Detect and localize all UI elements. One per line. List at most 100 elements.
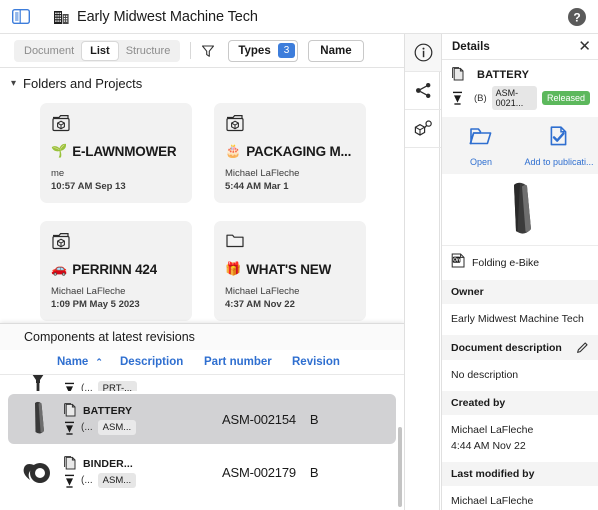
details-section-heading-description: Document description — [442, 335, 598, 361]
details-section-heading-owner: Owner — [442, 280, 598, 304]
details-document-row[interactable]: On Folding e-Bike — [442, 246, 598, 280]
components-table-header: Name ⌃ Description Part number Revision — [0, 350, 404, 375]
column-header-name-label: Name — [57, 356, 89, 368]
column-header-description[interactable]: Description — [120, 356, 204, 368]
details-panel: Details ✕ BATTERY (B) ASM-0021... Releas… — [441, 34, 598, 510]
row-paren: (... — [81, 383, 93, 391]
filter-funnel-icon[interactable] — [200, 43, 216, 59]
project-card[interactable]: 🎂 PACKAGING M... Michael LaFleche 5:44 A… — [214, 103, 366, 203]
components-panel: Components at latest revisions Name ⌃ De… — [0, 323, 404, 510]
row-part-chip: ASM... — [97, 420, 137, 435]
details-title: Details — [452, 40, 490, 53]
details-document-name: Folding e-Bike — [472, 257, 540, 269]
name-filter-label: Name — [320, 44, 352, 57]
toolbar-divider — [190, 42, 192, 59]
last-modified-heading-label: Last modified by — [451, 467, 535, 480]
owner-heading-label: Owner — [451, 286, 484, 298]
help-circle-icon[interactable]: ? — [567, 7, 587, 27]
row-name: BINDER... — [83, 457, 133, 470]
sidebar-toggle-icon[interactable] — [10, 7, 32, 27]
table-row[interactable]: BINDER... (... ASM... ASM-002179 B — [8, 447, 396, 497]
types-filter-button[interactable]: Types 3 — [228, 39, 299, 62]
table-row[interactable]: (... PRT-... — [8, 375, 396, 391]
row-part-chip: PRT-... — [97, 381, 138, 391]
row-name-line: BATTERY — [63, 402, 176, 419]
folder-project-3d-icon — [51, 113, 73, 133]
segment-structure[interactable]: Structure — [118, 42, 179, 60]
row-revision: B — [309, 464, 319, 480]
card-title-row: 🎁 WHAT'S NEW — [225, 261, 355, 277]
types-filter-label: Types — [238, 44, 271, 57]
info-circle-icon[interactable] — [405, 34, 441, 72]
details-actions: Open Add to publicati... — [442, 117, 598, 174]
share-icon[interactable] — [405, 72, 441, 110]
table-row[interactable]: BATTERY (... ASM... ASM-002154 B — [8, 394, 396, 444]
row-name-cell: (... PRT-... — [60, 375, 176, 391]
revision-icon — [63, 474, 76, 488]
view-mode-segmented-control[interactable]: Document List Structure — [14, 39, 181, 62]
project-card[interactable]: 🌱 E-LAWNMOWER me 10:57 AM Sep 13 — [40, 103, 192, 203]
card-owner: Michael LaFleche — [51, 286, 126, 297]
project-cards-grid: 🌱 E-LAWNMOWER me 10:57 AM Sep 13 🎂 PACKA… — [0, 98, 404, 321]
card-name: PERRINN 424 — [72, 261, 158, 277]
pencil-icon[interactable] — [576, 341, 589, 354]
row-revision-line: (... ASM... — [63, 419, 176, 436]
card-owner: Michael LaFleche — [225, 168, 300, 179]
details-section-heading-modified: Last modified by — [442, 461, 598, 486]
card-name: E-LAWNMOWER — [72, 143, 177, 159]
segment-list[interactable]: List — [82, 41, 118, 60]
document-icon — [63, 375, 78, 379]
types-filter-count: 3 — [277, 43, 296, 58]
folder-plain-icon — [225, 231, 247, 251]
open-button[interactable]: Open — [442, 125, 520, 167]
revision-icon — [451, 91, 464, 105]
svg-text:?: ? — [573, 11, 580, 25]
created-by-heading-label: Created by — [451, 397, 506, 410]
details-part-chip: ASM-0021... — [491, 86, 537, 110]
row-part-chip: ASM... — [97, 473, 137, 488]
row-part-number: ASM-002154 — [222, 411, 296, 427]
close-icon[interactable]: ✕ — [578, 39, 591, 54]
folder-project-3d-icon — [51, 231, 73, 251]
sort-ascending-icon[interactable]: ⌃ — [95, 357, 103, 368]
company-name: Early Midwest Machine Tech — [77, 8, 258, 25]
folders-and-projects-section[interactable]: ▾ Folders and Projects — [0, 68, 404, 98]
segment-document[interactable]: Document — [16, 42, 82, 60]
onshape-documents-page: Early Midwest Machine Tech ? Document Li… — [0, 0, 598, 510]
row-name-cell: BINDER... (... ASM... — [60, 455, 176, 489]
card-name: WHAT'S NEW — [246, 261, 332, 277]
onshape-document-icon: On — [451, 253, 466, 273]
row-paren: (... — [81, 475, 93, 486]
add-to-publication-label: Add to publicati... — [524, 157, 594, 167]
where-used-cube-icon[interactable] — [405, 110, 441, 148]
description-heading-label: Document description — [451, 341, 562, 354]
card-emoji: 🎂 — [225, 143, 242, 158]
components-scrollbar[interactable] — [398, 427, 402, 507]
details-created-value: Michael LaFleche 4:44 AM Nov 22 — [451, 424, 534, 452]
column-header-part-number[interactable]: Part number — [204, 356, 292, 368]
chevron-down-icon[interactable]: ▾ — [11, 78, 16, 89]
funnel-part-thumb — [16, 375, 60, 391]
document-icon — [63, 456, 78, 471]
document-icon — [451, 67, 466, 82]
card-emoji: 🚗 — [51, 261, 68, 276]
card-date: 1:09 PM May 5 2023 — [51, 299, 140, 310]
card-title-row: 🎂 PACKAGING M... — [225, 143, 355, 159]
add-to-publication-button[interactable]: Add to publicati... — [520, 125, 598, 167]
column-header-name[interactable]: Name ⌃ — [0, 356, 120, 368]
project-card[interactable]: 🚗 PERRINN 424 Michael LaFleche 1:09 PM M… — [40, 221, 192, 321]
card-date: 4:37 AM Nov 22 — [225, 299, 295, 310]
row-revision-line: (... PRT-... — [63, 380, 176, 391]
details-revision-paren: (B) — [474, 92, 487, 104]
folder-project-3d-icon — [225, 113, 247, 133]
details-owner-value: Early Midwest Machine Tech — [451, 313, 584, 325]
row-revision-line: (... ASM... — [63, 472, 176, 489]
column-header-revision[interactable]: Revision — [292, 356, 352, 368]
project-card[interactable]: 🎁 WHAT'S NEW Michael LaFleche 4:37 AM No… — [214, 221, 366, 321]
revision-icon — [63, 382, 76, 391]
top-bar: Early Midwest Machine Tech ? — [0, 0, 598, 34]
card-emoji: 🎁 — [225, 261, 242, 276]
name-filter-button[interactable]: Name — [308, 39, 364, 62]
details-item-row: BATTERY — [442, 60, 598, 84]
row-name-line: BINDER... — [63, 455, 176, 472]
